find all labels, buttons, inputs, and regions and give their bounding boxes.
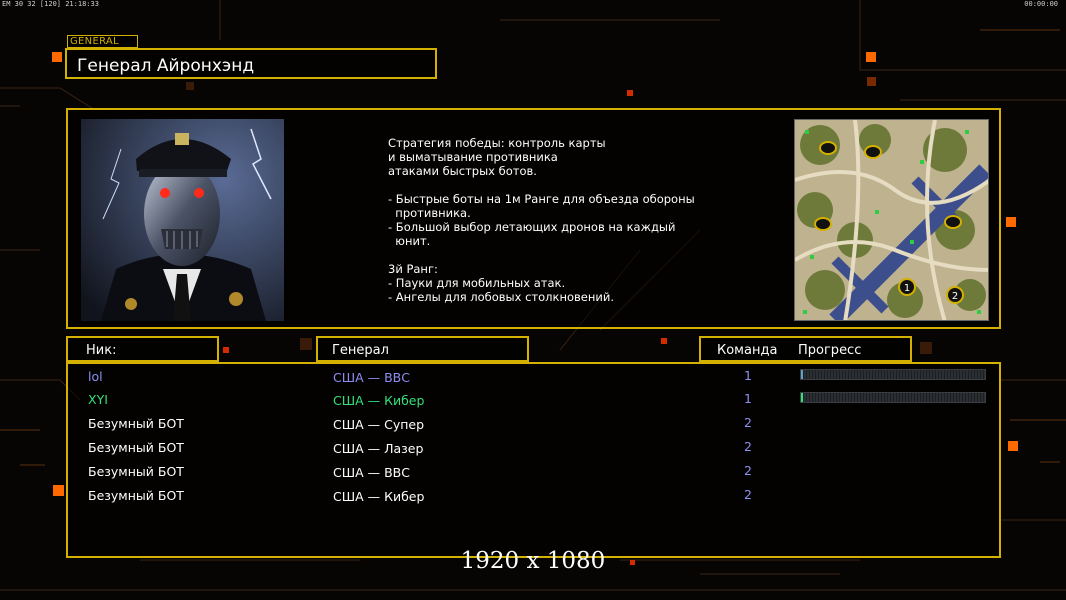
player-team: 1 [744, 368, 752, 383]
header-general-label: Генерал [332, 343, 389, 358]
decor-square [866, 52, 876, 62]
general-info-panel: Стратегия победы: контроль карты и вымат… [66, 108, 1001, 329]
decor-square [920, 342, 932, 354]
decor-square [223, 347, 229, 353]
game-clock: 00:00:00 [1024, 0, 1058, 8]
decor-square [1006, 217, 1016, 227]
loading-progress-bar [800, 392, 986, 403]
player-general: США — Кибер [333, 393, 425, 408]
general-portrait [81, 119, 284, 321]
map-preview: 1 2 [794, 119, 989, 321]
header-team-label: Команда [717, 343, 778, 358]
player-team: 1 [744, 391, 752, 406]
decor-square [186, 82, 194, 90]
player-nick: XYI [88, 392, 108, 407]
decor-square [661, 338, 667, 344]
player-row: Безумный БОТ США — Супер 2 [68, 411, 999, 435]
player-nick: Безумный БОТ [88, 416, 184, 431]
resolution-label: 1920 x 1080 [460, 548, 606, 574]
player-team: 2 [744, 439, 752, 454]
header-progress-label: Прогресс [798, 343, 862, 358]
player-general: США — Кибер [333, 489, 425, 504]
player-general: США — Лазер [333, 441, 424, 456]
map-marker-2: 2 [952, 291, 958, 302]
player-row: lol США — ВВС 1 [68, 364, 999, 388]
loading-progress-bar [800, 369, 986, 380]
player-nick: Безумный БОТ [88, 464, 184, 479]
player-row: Безумный БОТ США — Кибер 2 [68, 483, 999, 507]
player-row: Безумный БОТ США — ВВС 2 [68, 459, 999, 483]
header-general: Генерал [316, 336, 529, 362]
player-list: lol США — ВВС 1 XYI США — Кибер 1 Безумн… [66, 362, 1001, 558]
general-title-box: Генерал Айронхэнд [65, 48, 437, 79]
strategy-description: Стратегия победы: контроль карты и вымат… [388, 136, 695, 304]
player-general: США — Супер [333, 417, 425, 432]
player-general: США — ВВС [333, 465, 410, 480]
map-marker-1: 1 [904, 283, 910, 294]
header-nick-label: Ник: [86, 343, 117, 358]
decor-square [627, 90, 633, 96]
player-team: 2 [744, 463, 752, 478]
decor-square [53, 485, 64, 496]
player-nick: Безумный БОТ [88, 440, 184, 455]
decor-square [300, 338, 312, 350]
header-team-progress: Команда Прогресс [699, 336, 912, 362]
player-team: 2 [744, 415, 752, 430]
fps-overlay: EM 30 32 [120] 21:18:33 [2, 0, 99, 8]
player-nick: Безумный БОТ [88, 488, 184, 503]
player-row: XYI США — Кибер 1 [68, 387, 999, 411]
decor-square [1008, 441, 1018, 451]
player-nick: lol [88, 369, 103, 384]
player-row: Безумный БОТ США — Лазер 2 [68, 435, 999, 459]
header-nick: Ник: [66, 336, 219, 362]
decor-square [52, 52, 62, 62]
player-general: США — ВВС [333, 370, 410, 385]
general-tag: GENERAL [67, 35, 138, 48]
general-name: Генерал Айронхэнд [77, 56, 255, 76]
decor-square [867, 77, 876, 86]
player-team: 2 [744, 487, 752, 502]
